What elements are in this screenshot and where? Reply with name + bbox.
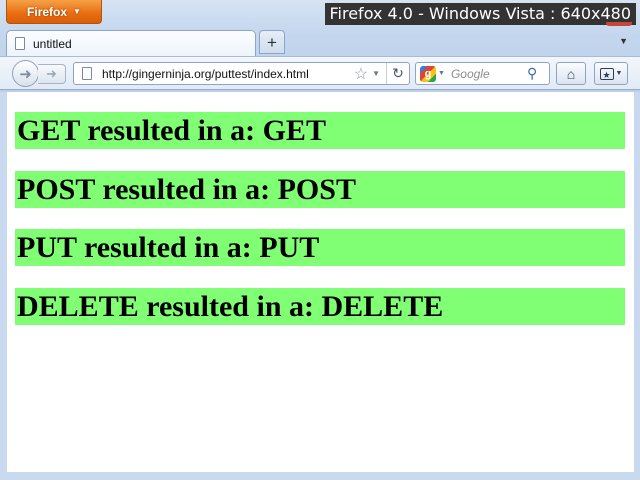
get-result-heading: GET resulted in a: GET (15, 112, 625, 149)
window-close-button[interactable] (606, 22, 632, 26)
delete-result-heading: DELETE resulted in a: DELETE (15, 288, 625, 325)
back-icon: ➜ (19, 65, 32, 83)
url-text[interactable]: http://gingerninja.org/puttest/index.htm… (102, 67, 354, 81)
browser-chrome: Firefox ▼ Firefox 4.0 - Windows Vista : … (0, 0, 640, 92)
url-bar[interactable]: http://gingerninja.org/puttest/index.htm… (73, 62, 410, 85)
firefox-menu-label: Firefox (27, 4, 68, 19)
search-icon[interactable]: ⚲ (527, 65, 537, 82)
post-result-heading: POST resulted in a: POST (15, 171, 625, 208)
tab-untitled[interactable]: untitled (6, 30, 256, 56)
screenshot-watermark: Firefox 4.0 - Windows Vista : 640x480 (324, 3, 636, 25)
new-tab-button[interactable]: + (259, 30, 285, 54)
put-result-heading: PUT resulted in a: PUT (15, 229, 625, 266)
page-icon (15, 37, 25, 50)
tab-label: untitled (33, 36, 72, 51)
chevron-down-icon: ▼ (615, 70, 623, 77)
page-content: GET resulted in a: GET POST resulted in … (7, 92, 634, 472)
navigation-toolbar: ➜ ➜ http://gingerninja.org/puttest/index… (0, 56, 640, 90)
chevron-down-icon: ▼ (73, 7, 81, 16)
back-button[interactable]: ➜ (12, 60, 39, 87)
home-icon: ⌂ (566, 65, 576, 82)
site-identity-icon (82, 67, 92, 80)
tab-list-chevron-icon[interactable]: ▼ (619, 36, 628, 46)
window-bottom-border (0, 472, 640, 480)
search-input[interactable] (450, 66, 523, 81)
search-engine-chevron-icon[interactable]: ▼ (438, 70, 445, 77)
forward-button[interactable]: ➜ (38, 64, 66, 84)
google-icon[interactable]: g (420, 65, 436, 82)
bookmarks-icon: ★ (599, 67, 614, 80)
search-bar[interactable]: g ▼ ⚲ (415, 62, 550, 85)
forward-icon: ➜ (46, 66, 57, 81)
star-icon[interactable]: ☆ (354, 64, 368, 84)
bookmarks-button[interactable]: ★ ▼ (594, 62, 628, 85)
firefox-menu-button[interactable]: Firefox ▼ (6, 0, 102, 24)
tab-strip: untitled + ▼ (0, 28, 640, 56)
home-button[interactable]: ⌂ (556, 62, 586, 85)
url-history-chevron-icon[interactable]: ▼ (372, 69, 380, 78)
reload-icon[interactable]: ↻ (386, 63, 409, 84)
